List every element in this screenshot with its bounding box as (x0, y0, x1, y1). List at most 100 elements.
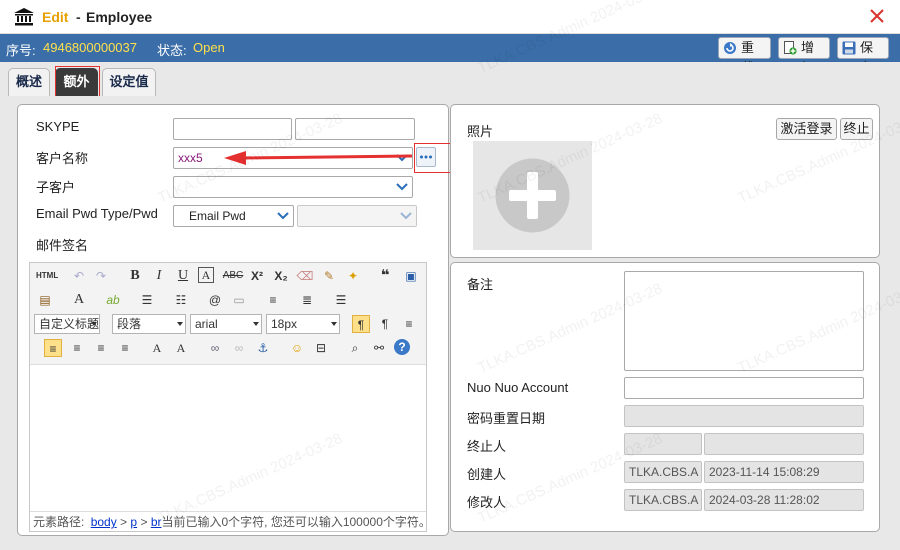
line-height-icon[interactable]: ≡ (264, 291, 282, 309)
skype-field-2[interactable] (295, 118, 415, 140)
search-replace-icon[interactable]: ⌕ (346, 339, 364, 357)
emoticon-icon[interactable]: ☺ (288, 339, 306, 357)
custom-heading-select[interactable]: 自定义标题 (34, 314, 100, 334)
rtl-icon[interactable]: ¶ (376, 315, 394, 333)
nuo-nuo-account-label: Nuo Nuo Account (467, 380, 569, 395)
window-title-entity: Employee (86, 9, 153, 25)
remark-textarea[interactable] (624, 271, 864, 371)
terminated-by-time-field (704, 433, 864, 455)
html-source-button[interactable]: HTML (36, 267, 58, 285)
creator-user-field: TLKA.CBS.A (624, 461, 702, 483)
paragraph-format-select[interactable]: 段落 (112, 314, 186, 334)
save-icon (842, 41, 856, 55)
align-right-icon[interactable]: ≡ (92, 339, 110, 357)
customer-name-label: 客户名称 (36, 151, 89, 166)
record-number-value: 4946800000037 (43, 40, 137, 55)
path-body-link[interactable]: body (91, 515, 117, 529)
tab-overview[interactable]: 概述 (8, 68, 50, 96)
help-icon[interactable]: ? (394, 339, 410, 355)
insert-code-icon[interactable]: @ (206, 291, 224, 309)
terminated-by-label: 终止人 (467, 439, 507, 454)
paragraph-format-value: 段落 (117, 317, 142, 331)
font-family-value: arial (195, 317, 218, 331)
align-left-icon[interactable]: ≡ (44, 339, 62, 357)
undo-icon[interactable]: ↶ (70, 267, 88, 285)
horizontal-rule-icon[interactable]: ⊟ (312, 339, 330, 357)
path-separator: > (140, 515, 148, 529)
font-family-select[interactable]: arial (190, 314, 262, 334)
window-titlebar: Edit - Employee (0, 0, 900, 34)
record-state-label: 状态: (157, 43, 187, 58)
email-signature-label: 邮件签名 (36, 238, 89, 253)
subcustomer-select[interactable] (173, 176, 413, 198)
unlink-icon[interactable]: ∞ (230, 339, 248, 357)
uppercase-icon[interactable]: A (148, 339, 166, 357)
unordered-list-icon[interactable]: ☷ (172, 291, 190, 309)
row-spacing-icon[interactable]: ☰ (332, 291, 350, 309)
custom-heading-value: 自定义标题 (39, 317, 100, 331)
modifier-time-field: 2024-03-28 11:28:02 (704, 489, 864, 511)
background-color-icon[interactable]: ab (104, 291, 122, 309)
align-center-icon[interactable]: ≡ (68, 339, 86, 357)
path-br-link[interactable]: br (151, 515, 162, 529)
email-pwd-type-select[interactable]: Email Pwd (173, 205, 294, 227)
email-pwd-select[interactable] (297, 205, 417, 227)
modifier-user-field: TLKA.CBS.A (624, 489, 702, 511)
eraser-icon[interactable]: ⌫ (296, 267, 314, 285)
tab-settings[interactable]: 设定值 (102, 68, 156, 96)
window-title-mode: Edit (42, 9, 69, 25)
save-button[interactable]: 保存 (837, 37, 889, 75)
paste-icon[interactable]: ▤ (36, 291, 54, 309)
email-pwd-type-value: Email Pwd (189, 209, 246, 223)
auto-format-icon[interactable]: ✦ (344, 267, 362, 285)
format-painter-icon[interactable]: ✎ (320, 267, 338, 285)
indent-icon[interactable]: ≡ (400, 315, 418, 333)
italic-icon[interactable]: I (150, 267, 168, 285)
editor-toolbar: HTML ↶ ↷ B I U A ABC X² X₂ ⌫ ✎ ✦ ❝ ▣ ▤ A… (30, 263, 426, 365)
email-pwd-label: Email Pwd Type/Pwd (36, 206, 158, 221)
lowercase-icon[interactable]: A (172, 339, 190, 357)
superscript-icon[interactable]: X² (248, 267, 266, 285)
preview-icon[interactable]: ▣ (402, 267, 420, 285)
add-document-icon (784, 41, 797, 55)
strikethrough-icon[interactable]: ABC (222, 267, 244, 285)
add-button[interactable]: 增加 (778, 37, 830, 75)
chevron-down-icon[interactable] (273, 206, 293, 226)
skype-field-1[interactable] (173, 118, 292, 140)
anchor-icon[interactable]: ⚓ (254, 339, 272, 357)
binoculars-icon[interactable]: ⚯ (370, 339, 388, 357)
add-photo-icon (495, 158, 570, 233)
terminate-button[interactable]: 终止 (840, 118, 873, 140)
photo-upload[interactable] (473, 141, 592, 250)
path-p-link[interactable]: p (130, 515, 137, 529)
underline-icon[interactable]: U (174, 267, 192, 285)
ltr-icon[interactable]: ¶ (352, 315, 370, 333)
record-number-label: 序号: (6, 43, 36, 58)
path-separator: > (120, 515, 128, 529)
creator-time-field: 2023-11-14 15:08:29 (704, 461, 864, 483)
redo-icon[interactable]: ↷ (92, 267, 110, 285)
font-color-icon[interactable]: A (70, 291, 88, 309)
bold-icon[interactable]: B (126, 267, 144, 285)
activate-login-button[interactable]: 激活登录 (776, 118, 837, 140)
nuo-nuo-account-field[interactable] (624, 377, 864, 399)
window-title-separator: - (76, 9, 81, 25)
align-justify-icon[interactable]: ≡ (116, 339, 134, 357)
tab-highlight-annotation (55, 66, 100, 98)
chevron-down-icon[interactable] (392, 177, 412, 197)
page-break-icon[interactable]: ▭ (230, 291, 248, 309)
reload-button[interactable]: 重载 (718, 37, 771, 75)
chevron-down-icon[interactable] (396, 206, 416, 226)
skype-label: SKYPE (36, 119, 80, 134)
record-status-bar: 序号: 4946800000037 状态: Open 重载 增加 保存 (0, 34, 900, 75)
close-icon[interactable] (868, 7, 886, 25)
character-count: 当前已输入0个字符, 您还可以输入100000个字符。 (161, 515, 426, 529)
subscript-icon[interactable]: X₂ (272, 267, 290, 285)
font-border-icon[interactable]: A (198, 267, 214, 283)
ordered-list-icon[interactable]: ☰ (138, 291, 156, 309)
arrow-annotation-icon (224, 151, 413, 165)
link-icon[interactable]: ∞ (206, 339, 224, 357)
font-size-select[interactable]: 18px (266, 314, 340, 334)
paragraph-spacing-icon[interactable]: ≣ (298, 291, 316, 309)
blockquote-icon[interactable]: ❝ (376, 267, 394, 285)
